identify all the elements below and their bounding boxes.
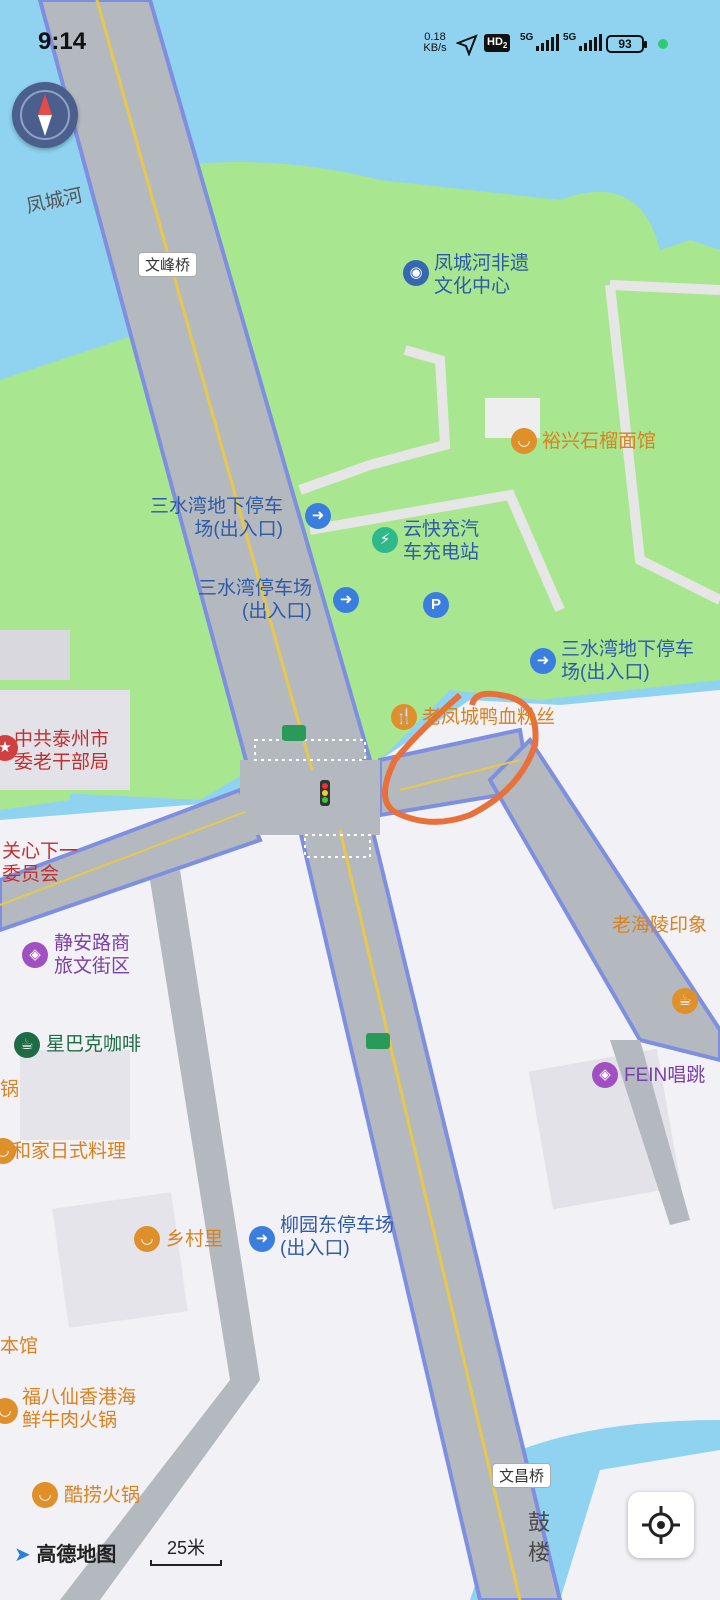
poi-label[interactable]: 乡村里: [166, 1228, 223, 1251]
parking-entrance-icon[interactable]: ➜: [333, 587, 359, 613]
poi-label[interactable]: 老凤城鸭血粉丝: [422, 706, 555, 729]
hd-voice-icon: HD2: [484, 34, 511, 53]
starbucks-icon[interactable]: ☕: [14, 1032, 40, 1058]
poi-label[interactable]: 星巴克咖啡: [46, 1033, 141, 1056]
location-arrow-icon: [456, 34, 478, 56]
poi-label[interactable]: 福八仙香港海 鲜牛肉火锅: [22, 1386, 136, 1432]
poi-label[interactable]: 锅: [0, 1078, 19, 1101]
traffic-sign-icon: [366, 1033, 390, 1049]
compass-icon: [20, 90, 70, 140]
cafe-icon[interactable]: ☕: [672, 988, 698, 1014]
amap-logo-icon: ➤: [14, 1544, 31, 1566]
traffic-sign-icon: [282, 725, 306, 741]
parking-entrance-icon[interactable]: ➜: [305, 503, 331, 529]
poi-label[interactable]: 本馆: [0, 1335, 38, 1358]
signal-5g-label: 5G: [563, 32, 577, 43]
status-dot-icon: [658, 39, 668, 49]
restaurant-icon[interactable]: ◡: [511, 428, 537, 454]
poi-label[interactable]: 云快充汽 车充电站: [403, 518, 479, 564]
parking-entrance-icon[interactable]: ➜: [530, 648, 556, 674]
poi-label[interactable]: 凤城河非遗 文化中心: [434, 252, 529, 298]
shopping-icon[interactable]: ◈: [22, 942, 48, 968]
signal-bars-icon: [579, 34, 602, 51]
poi-label[interactable]: 裕兴石榴面馆: [542, 430, 656, 453]
status-bar: 9:14 0.18 KB/s HD2 5G 5G 93: [0, 0, 720, 80]
map-canvas[interactable]: [0, 0, 720, 1600]
building: [0, 630, 70, 680]
intersection: [240, 760, 380, 835]
amap-logo: ➤ 高德地图: [14, 1544, 117, 1566]
poi-label[interactable]: 柳园东停车场 (出入口): [280, 1214, 394, 1260]
compass-button[interactable]: [12, 82, 78, 148]
poi-label[interactable]: 老海陵印象: [612, 914, 707, 937]
poi-label[interactable]: FEIN唱跳: [624, 1064, 705, 1087]
road-label: 鼓楼: [528, 1510, 551, 1565]
restaurant-icon[interactable]: 🍴: [391, 704, 417, 730]
scale-label: 25米: [166, 1538, 206, 1558]
bridge-label: 文昌桥: [492, 1463, 552, 1488]
building: [52, 1192, 188, 1328]
network-speed: 0.18 KB/s: [423, 31, 447, 54]
poi-label[interactable]: 三水湾地下停车 场(出入口): [561, 638, 694, 684]
ev-charging-icon[interactable]: ⚡: [372, 527, 398, 553]
poi-label[interactable]: 和家日式料理: [12, 1140, 126, 1163]
poi-label[interactable]: 三水湾停车场 (出入口): [198, 577, 312, 623]
restaurant-icon[interactable]: ◡: [32, 1482, 58, 1508]
parking-icon[interactable]: P: [423, 592, 449, 618]
crosshair-icon: [642, 1506, 680, 1544]
poi-label[interactable]: 中共泰州市 委老干部局: [14, 728, 109, 774]
clock: 9:14: [38, 28, 87, 55]
scale-bar: [150, 1560, 222, 1566]
signal-5g-label: 5G: [520, 32, 534, 43]
ktv-icon[interactable]: ◈: [592, 1062, 618, 1088]
museum-icon[interactable]: ◉: [403, 260, 429, 286]
poi-label[interactable]: 静安路商 旅文街区: [54, 932, 130, 978]
battery-icon: 93: [606, 35, 647, 53]
parking-entrance-icon[interactable]: ➜: [249, 1226, 275, 1252]
poi-label[interactable]: 酷捞火锅: [64, 1484, 140, 1507]
building: [20, 1050, 130, 1140]
locate-me-button[interactable]: [628, 1492, 694, 1558]
poi-label[interactable]: 三水湾地下停车 场(出入口): [150, 495, 283, 541]
bridge-label: 文峰桥: [138, 252, 198, 277]
restaurant-icon[interactable]: ◡: [134, 1226, 160, 1252]
poi-label[interactable]: 关心下一 委员会: [2, 840, 78, 886]
signal-bars-icon: [536, 34, 559, 51]
